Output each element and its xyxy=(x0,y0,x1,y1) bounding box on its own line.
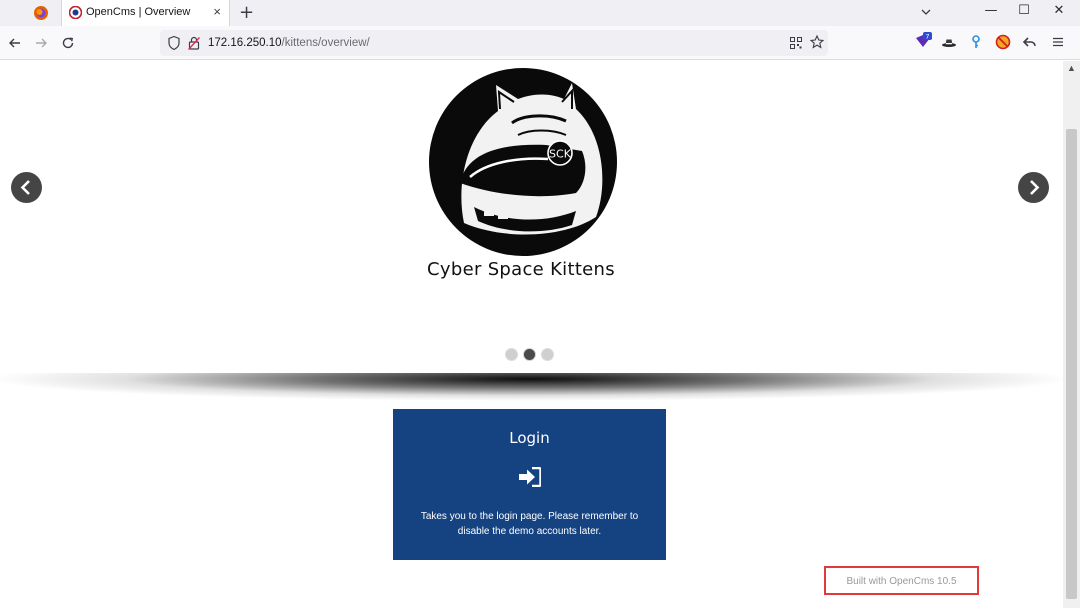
maximize-button[interactable]: ☐ xyxy=(1014,3,1034,21)
reload-icon[interactable] xyxy=(60,35,76,51)
cyber-space-kittens-logo: SCK xyxy=(429,68,617,256)
new-tab-button[interactable]: + xyxy=(239,2,254,23)
tab-close-button[interactable]: × xyxy=(213,4,221,19)
bookmark-star-icon[interactable] xyxy=(810,35,824,49)
url-text[interactable]: 172.16.250.10/kittens/overview/ xyxy=(208,37,370,49)
page-scrollbar[interactable]: ▲ xyxy=(1063,61,1080,608)
slider-dot-3[interactable] xyxy=(541,348,554,361)
built-with-text[interactable]: Built with OpenCms 10.5 xyxy=(826,576,977,587)
slider-dot-1[interactable] xyxy=(505,348,518,361)
key-icon[interactable] xyxy=(968,34,984,50)
shield-icon[interactable] xyxy=(167,35,181,51)
tab-title: OpenCms | Overview xyxy=(86,6,191,18)
tab-opencms-overview[interactable]: OpenCms | Overview × xyxy=(61,0,230,26)
login-description: Takes you to the login page. Please reme… xyxy=(420,511,639,537)
forward-icon[interactable] xyxy=(33,35,49,51)
opencms-favicon-icon xyxy=(69,6,82,19)
hat-icon[interactable] xyxy=(941,34,957,50)
minimize-button[interactable]: — xyxy=(981,3,1001,21)
chevron-right-icon xyxy=(1030,180,1040,195)
logo-monogram: SCK xyxy=(549,148,572,161)
chevron-down-icon[interactable] xyxy=(919,5,933,19)
brand-title: Cyber Space Kittens xyxy=(427,259,615,280)
url-host: 172.16.250.10 xyxy=(208,37,282,49)
login-tile[interactable]: Login Takes you to the login page. Pleas… xyxy=(393,409,666,560)
chevron-left-icon xyxy=(20,180,30,195)
slider-dot-2[interactable] xyxy=(523,348,536,361)
back-icon[interactable] xyxy=(7,35,23,51)
blocker-icon[interactable] xyxy=(995,34,1011,50)
built-with-highlight: Built with OpenCms 10.5 xyxy=(824,566,979,595)
firefox-icon[interactable] xyxy=(33,5,49,21)
login-title: Login xyxy=(509,429,550,447)
navigation-toolbar: 172.16.250.10/kittens/overview/ 7 xyxy=(0,26,1080,60)
scroll-up-arrow-icon[interactable]: ▲ xyxy=(1067,63,1076,73)
extension-badge-icon[interactable]: 7 xyxy=(914,32,932,50)
url-bar[interactable]: 172.16.250.10/kittens/overview/ xyxy=(160,30,828,56)
sign-in-icon xyxy=(519,467,541,487)
undo-icon[interactable] xyxy=(1022,34,1038,50)
section-divider-shadow xyxy=(0,373,1063,413)
extension-badge-count: 7 xyxy=(925,33,929,41)
insecure-lock-icon[interactable] xyxy=(187,35,201,51)
page-viewport: SCK Cyber Space Kittens Login Takes you … xyxy=(0,61,1063,608)
scrollbar-thumb[interactable] xyxy=(1066,129,1077,599)
slider-prev-button[interactable] xyxy=(11,172,42,203)
image-slider: SCK Cyber Space Kittens xyxy=(0,61,1063,381)
tab-bar: OpenCms | Overview × + — ☐ ✕ xyxy=(0,0,1080,26)
slider-next-button[interactable] xyxy=(1018,172,1049,203)
url-path: /kittens/overview/ xyxy=(281,37,370,49)
menu-icon[interactable] xyxy=(1050,34,1066,50)
qr-code-icon[interactable] xyxy=(790,37,802,49)
close-window-button[interactable]: ✕ xyxy=(1049,3,1069,21)
